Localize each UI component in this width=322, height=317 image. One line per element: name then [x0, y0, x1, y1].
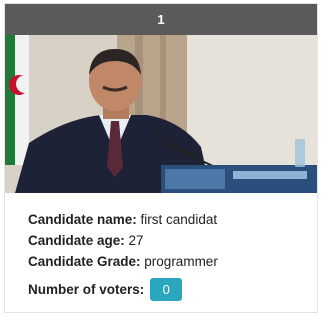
candidate-name-row: Candidate name: first candidat	[28, 209, 218, 230]
candidate-age-value: 27	[128, 233, 144, 248]
card-index: 1	[157, 12, 165, 27]
voters-row: Number of voters: 0	[28, 274, 218, 304]
candidate-name-value: first candidat	[140, 212, 218, 227]
candidate-grade-label: Candidate Grade:	[28, 254, 141, 269]
card-header: 1	[5, 4, 317, 35]
candidate-grade-value: programmer	[144, 254, 218, 269]
candidate-age-label: Candidate age:	[28, 233, 125, 248]
candidate-name-label: Candidate name:	[28, 212, 137, 227]
candidate-grade-row: Candidate Grade: programmer	[28, 251, 218, 272]
candidate-photo	[5, 35, 317, 193]
candidate-card: 1 Candidate name: first candidat Candida…	[4, 3, 318, 313]
candidate-age-row: Candidate age: 27	[28, 230, 218, 251]
voters-count-button[interactable]: 0	[150, 277, 183, 301]
voters-label: Number of voters:	[28, 281, 145, 297]
candidate-info: Candidate name: first candidat Candidate…	[28, 209, 218, 304]
